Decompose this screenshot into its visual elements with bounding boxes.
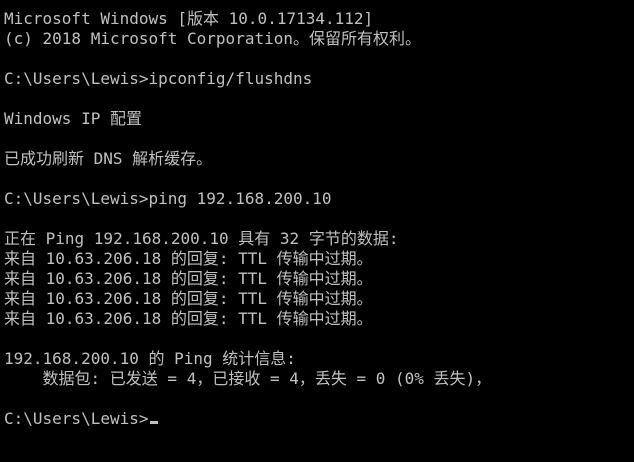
command-line: C:\Users\Lewis>ipconfig/flushdns: [4, 69, 313, 88]
output-line: 192.168.200.10 的 Ping 统计信息:: [4, 349, 296, 368]
output-line: 已成功刷新 DNS 解析缓存。: [4, 149, 213, 168]
output-line: (c) 2018 Microsoft Corporation。保留所有权利。: [4, 29, 421, 48]
output-line: 来自 10.63.206.18 的回复: TTL 传输中过期。: [4, 269, 373, 288]
output-line: Windows IP 配置: [4, 109, 142, 128]
output-line: Microsoft Windows [版本 10.0.17134.112]: [4, 9, 374, 28]
output-line: 来自 10.63.206.18 的回复: TTL 传输中过期。: [4, 289, 373, 308]
console-window[interactable]: Microsoft Windows [版本 10.0.17134.112] (c…: [0, 0, 634, 462]
output-line: 来自 10.63.206.18 的回复: TTL 传输中过期。: [4, 249, 373, 268]
cursor: [149, 421, 158, 424]
output-line: 数据包: 已发送 = 4，已接收 = 4，丢失 = 0 (0% 丢失)，: [4, 369, 492, 388]
output-line: 正在 Ping 192.168.200.10 具有 32 字节的数据:: [4, 229, 399, 248]
prompt-text: C:\Users\Lewis>: [4, 409, 149, 428]
command-line: C:\Users\Lewis>ping 192.168.200.10: [4, 189, 332, 208]
prompt-line[interactable]: C:\Users\Lewis>: [4, 409, 634, 429]
output-line: 来自 10.63.206.18 的回复: TTL 传输中过期。: [4, 309, 373, 328]
